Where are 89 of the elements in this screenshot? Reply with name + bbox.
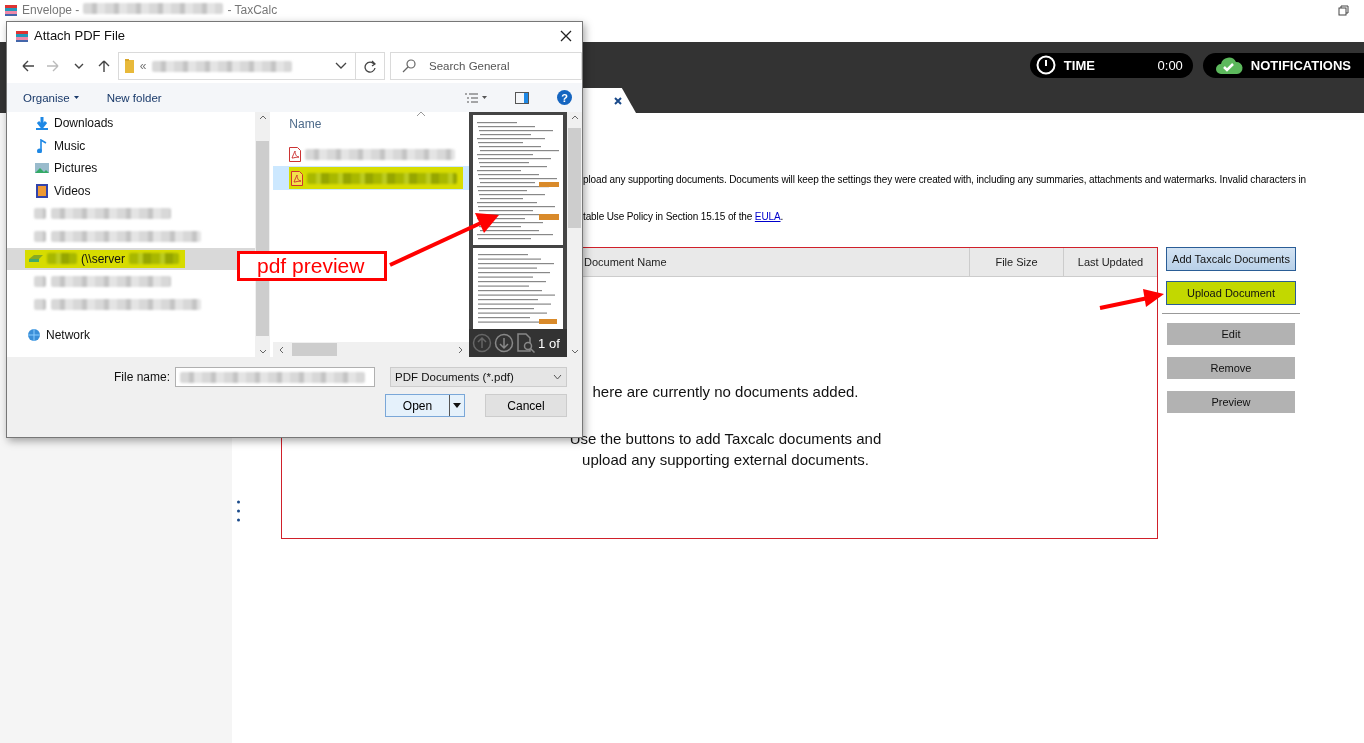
blurred-text	[34, 230, 46, 242]
blurred-text	[34, 298, 46, 310]
video-icon	[35, 184, 49, 199]
callout-label: pdf preview	[237, 251, 387, 281]
search-field[interactable]: Search General	[390, 52, 582, 80]
folder-label: Videos	[54, 184, 91, 199]
organise-menu[interactable]: Organise	[23, 91, 79, 104]
folder-item[interactable]: Pictures	[7, 157, 102, 180]
breadcrumb-overflow[interactable]: «	[139, 59, 147, 73]
open-button[interactable]: Open	[385, 394, 465, 417]
folder-label: Music	[54, 138, 86, 153]
folder-icon	[124, 59, 134, 73]
page-down-icon[interactable]	[494, 333, 515, 353]
scroll-up-icon	[258, 115, 267, 120]
folder-label: Pictures	[54, 161, 98, 176]
blurred-text	[129, 253, 179, 265]
intro-text: table Use Policy in Section 15.15 of the EULA.	[583, 210, 785, 223]
caret-icon	[453, 403, 461, 408]
intro-text: pload any supporting documents. Documents will keep the settings they were created with, including any summaries, attachments and watermarks. Invalid characters in	[583, 173, 1308, 186]
blurred-text	[47, 253, 77, 265]
folder-item[interactable]: (\\server	[7, 247, 256, 271]
annotation-arrow	[1099, 289, 1164, 310]
column-header[interactable]: File Size	[969, 248, 1063, 276]
folder-item[interactable]: Music	[7, 134, 90, 158]
caret-icon	[482, 96, 487, 99]
file-type-dropdown[interactable]: PDF Documents (*.pdf)	[390, 367, 567, 387]
eula-link[interactable]: EULA	[754, 211, 781, 222]
chevron-down-icon	[553, 374, 562, 380]
refresh-icon[interactable]	[363, 59, 376, 73]
scrollbar[interactable]	[273, 342, 470, 357]
music-note-icon	[35, 138, 49, 153]
folder-item[interactable]: Network	[7, 323, 94, 346]
clock-icon	[1035, 55, 1056, 75]
scroll-right-icon	[458, 345, 464, 354]
folder-item[interactable]: Videos	[7, 179, 95, 203]
network-icon	[27, 327, 41, 342]
up-icon[interactable]	[96, 59, 111, 73]
window-title: Envelope -	[22, 3, 80, 17]
window-title: - TaxCalc	[227, 3, 278, 17]
timer-value: 0:00	[1157, 57, 1183, 73]
app-logo-icon	[15, 28, 29, 43]
help-button[interactable]: ?	[557, 90, 572, 105]
notifications-button[interactable]: NOTIFICATIONS	[1202, 52, 1364, 78]
new-folder-button[interactable]: New folder	[106, 91, 162, 104]
blurred-text	[34, 208, 46, 220]
network-drive-icon	[29, 255, 43, 263]
file-item[interactable]	[273, 166, 470, 190]
folder-item[interactable]: Downloads	[7, 112, 118, 135]
dialog-title: Attach PDF File	[34, 28, 126, 43]
preview-pane-icon[interactable]	[515, 91, 529, 104]
pdf-file-icon	[291, 170, 304, 186]
address-bar[interactable]: «	[117, 52, 356, 80]
add-documents-button[interactable]: Add Taxcalc Documents	[1166, 247, 1296, 271]
file-name-field[interactable]	[175, 367, 375, 387]
sort-caret-icon	[417, 112, 426, 116]
cancel-button[interactable]: Cancel	[485, 394, 567, 417]
timer-label: TIME	[1063, 57, 1095, 73]
caret-icon	[73, 96, 79, 99]
restore-icon[interactable]	[1338, 5, 1350, 17]
list-view-icon	[464, 91, 478, 104]
zoom-page-icon[interactable]	[516, 333, 537, 353]
blurred-text	[34, 275, 46, 287]
close-icon[interactable]	[614, 96, 622, 105]
column-header[interactable]: Last Updated	[1063, 248, 1157, 276]
pdf-file-icon	[289, 146, 302, 162]
view-options-button[interactable]	[464, 91, 487, 104]
chevron-down-icon[interactable]	[334, 62, 347, 70]
back-icon[interactable]	[20, 59, 35, 73]
app-logo-icon	[4, 3, 18, 17]
folder-label: Downloads	[54, 116, 114, 131]
close-icon[interactable]	[560, 29, 572, 42]
scroll-down-icon	[258, 349, 267, 354]
scroll-up-icon	[570, 115, 579, 120]
scroll-left-icon	[279, 345, 285, 354]
column-header[interactable]: Name	[289, 117, 322, 131]
splitter-handle-icon[interactable]	[236, 500, 240, 522]
page-counter: 1 of	[538, 335, 560, 351]
download-icon	[35, 116, 49, 131]
upload-document-button[interactable]: Upload Document	[1166, 281, 1296, 305]
scroll-down-icon	[570, 349, 579, 354]
search-icon	[402, 59, 416, 73]
scrollbar[interactable]	[567, 112, 582, 357]
page-up-icon[interactable]	[472, 333, 493, 353]
folder-label: (\\server	[81, 251, 125, 266]
empty-message: here are currently no documents added.	[592, 382, 859, 402]
pictures-icon	[35, 161, 49, 176]
folder-label: Network	[46, 327, 90, 342]
file-name-label: File name:	[113, 370, 170, 384]
cloud-check-icon	[1214, 55, 1243, 75]
